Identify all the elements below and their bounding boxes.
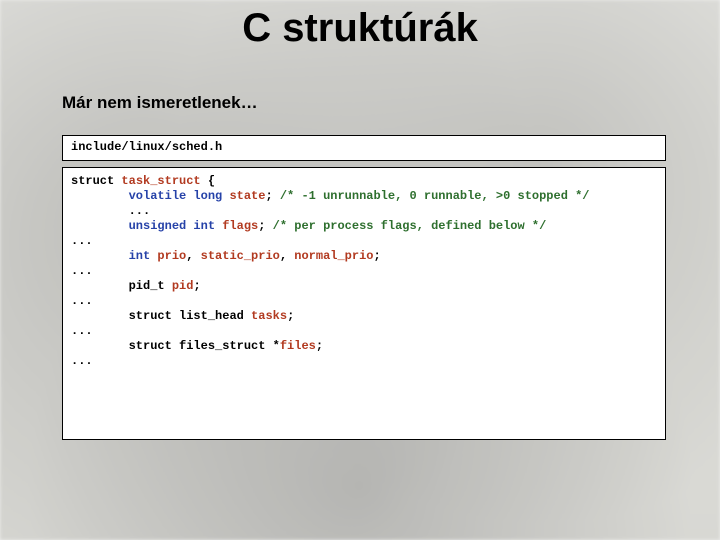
code-token [71, 189, 129, 203]
code-token: prio [157, 249, 186, 263]
code-token: unsigned [129, 219, 187, 233]
code-token [71, 309, 129, 323]
code-token: struct [129, 309, 172, 323]
code-token: files_struct * [172, 339, 280, 353]
code-token: { [201, 174, 215, 188]
code-token: pid_t [71, 279, 172, 293]
code-token: volatile [129, 189, 187, 203]
code-token: tasks [251, 309, 287, 323]
code-token: int [193, 219, 215, 233]
code-token: ... [71, 264, 93, 278]
code-token: ... [71, 234, 93, 248]
code-token: ; [265, 189, 279, 203]
code-token: long [193, 189, 222, 203]
code-token: , [280, 249, 294, 263]
code-token: int [129, 249, 151, 263]
slide-subtitle: Már nem ismeretlenek… [62, 93, 720, 113]
code-token: struct [71, 174, 114, 188]
code-token: list_head [172, 309, 251, 323]
code-token: ; [193, 279, 200, 293]
code-token: , [186, 249, 200, 263]
code-token: /* per process flags, defined below */ [273, 219, 547, 233]
slide: C struktúrák Már nem ismeretlenek… inclu… [0, 0, 720, 540]
code-token: state [229, 189, 265, 203]
code-box: struct task_struct { volatile long state… [62, 167, 666, 440]
code-token: ; [258, 219, 272, 233]
code-token [71, 219, 129, 233]
code-token [71, 249, 129, 263]
code-token: ... [71, 294, 93, 308]
file-path-box: include/linux/sched.h [62, 135, 666, 161]
code-token: struct [129, 339, 172, 353]
code-token: ... [71, 324, 93, 338]
code-token: static_prio [201, 249, 280, 263]
code-token: ; [316, 339, 323, 353]
code-token: task_struct [121, 174, 200, 188]
code-token: ... [71, 354, 93, 368]
code-token: pid [172, 279, 194, 293]
code-token: normal_prio [294, 249, 373, 263]
code-token [71, 339, 129, 353]
code-token: files [280, 339, 316, 353]
code-token: ; [373, 249, 380, 263]
code-token: flags [222, 219, 258, 233]
code-token: ... [71, 204, 150, 218]
code-token: /* -1 unrunnable, 0 runnable, >0 stopped… [280, 189, 590, 203]
code-token: ; [287, 309, 294, 323]
slide-title: C struktúrák [0, 6, 720, 51]
